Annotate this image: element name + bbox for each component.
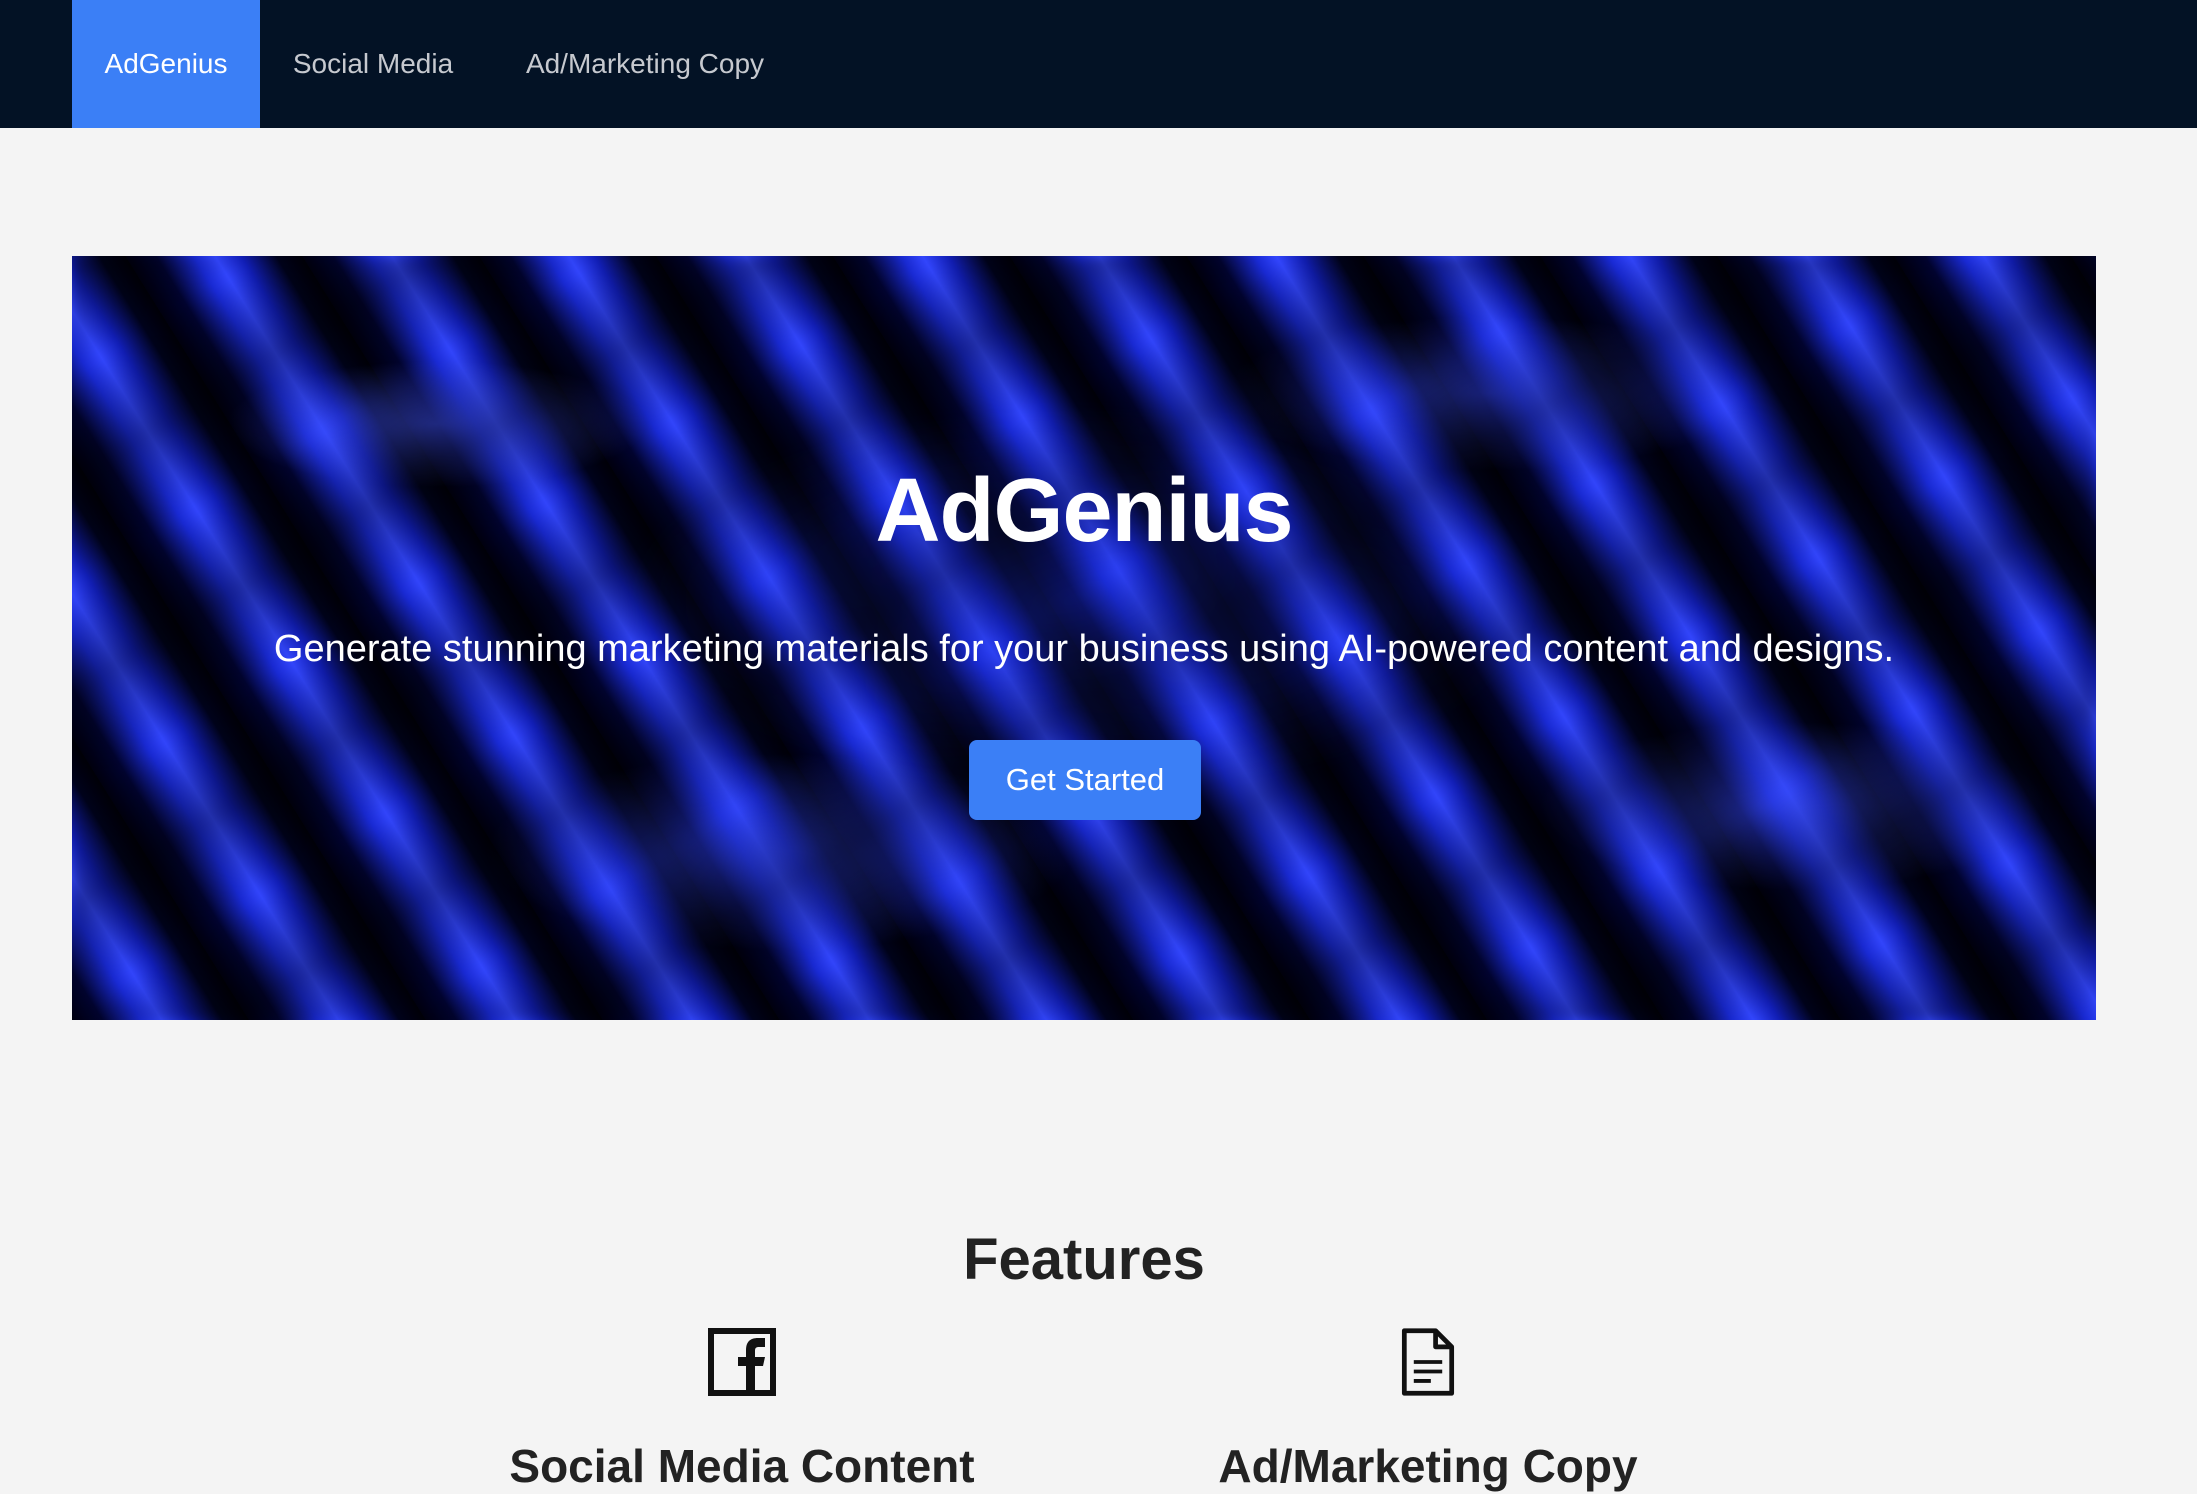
hero-title: AdGenius: [875, 461, 1293, 561]
feature-title-social-media-content: Social Media Content: [509, 1440, 975, 1492]
top-navbar: AdGenius Social Media Ad/Marketing Copy: [0, 0, 2197, 128]
page: AdGenius Social Media Ad/Marketing Copy …: [0, 0, 2197, 1494]
nav-brand-adgenius[interactable]: AdGenius: [72, 0, 260, 128]
feature-title-ad-marketing-copy: Ad/Marketing Copy: [1218, 1440, 1638, 1492]
facebook-icon: [708, 1328, 776, 1396]
hero-subtitle: Generate stunning marketing materials fo…: [273, 628, 1895, 670]
get-started-button[interactable]: Get Started: [969, 740, 1201, 820]
window-edge: [2197, 0, 2204, 1494]
nav-item-social-media[interactable]: Social Media: [260, 0, 486, 128]
feature-ad-marketing-copy: Ad/Marketing Copy: [1148, 1326, 1708, 1492]
document-icon: [1401, 1328, 1455, 1396]
nav-item-ad-marketing-copy[interactable]: Ad/Marketing Copy: [486, 0, 804, 128]
features-heading: Features: [963, 1227, 1205, 1292]
feature-social-media-content: Social Media Content: [462, 1326, 1022, 1492]
hero-banner: AdGenius Generate stunning marketing mat…: [72, 256, 2096, 1020]
